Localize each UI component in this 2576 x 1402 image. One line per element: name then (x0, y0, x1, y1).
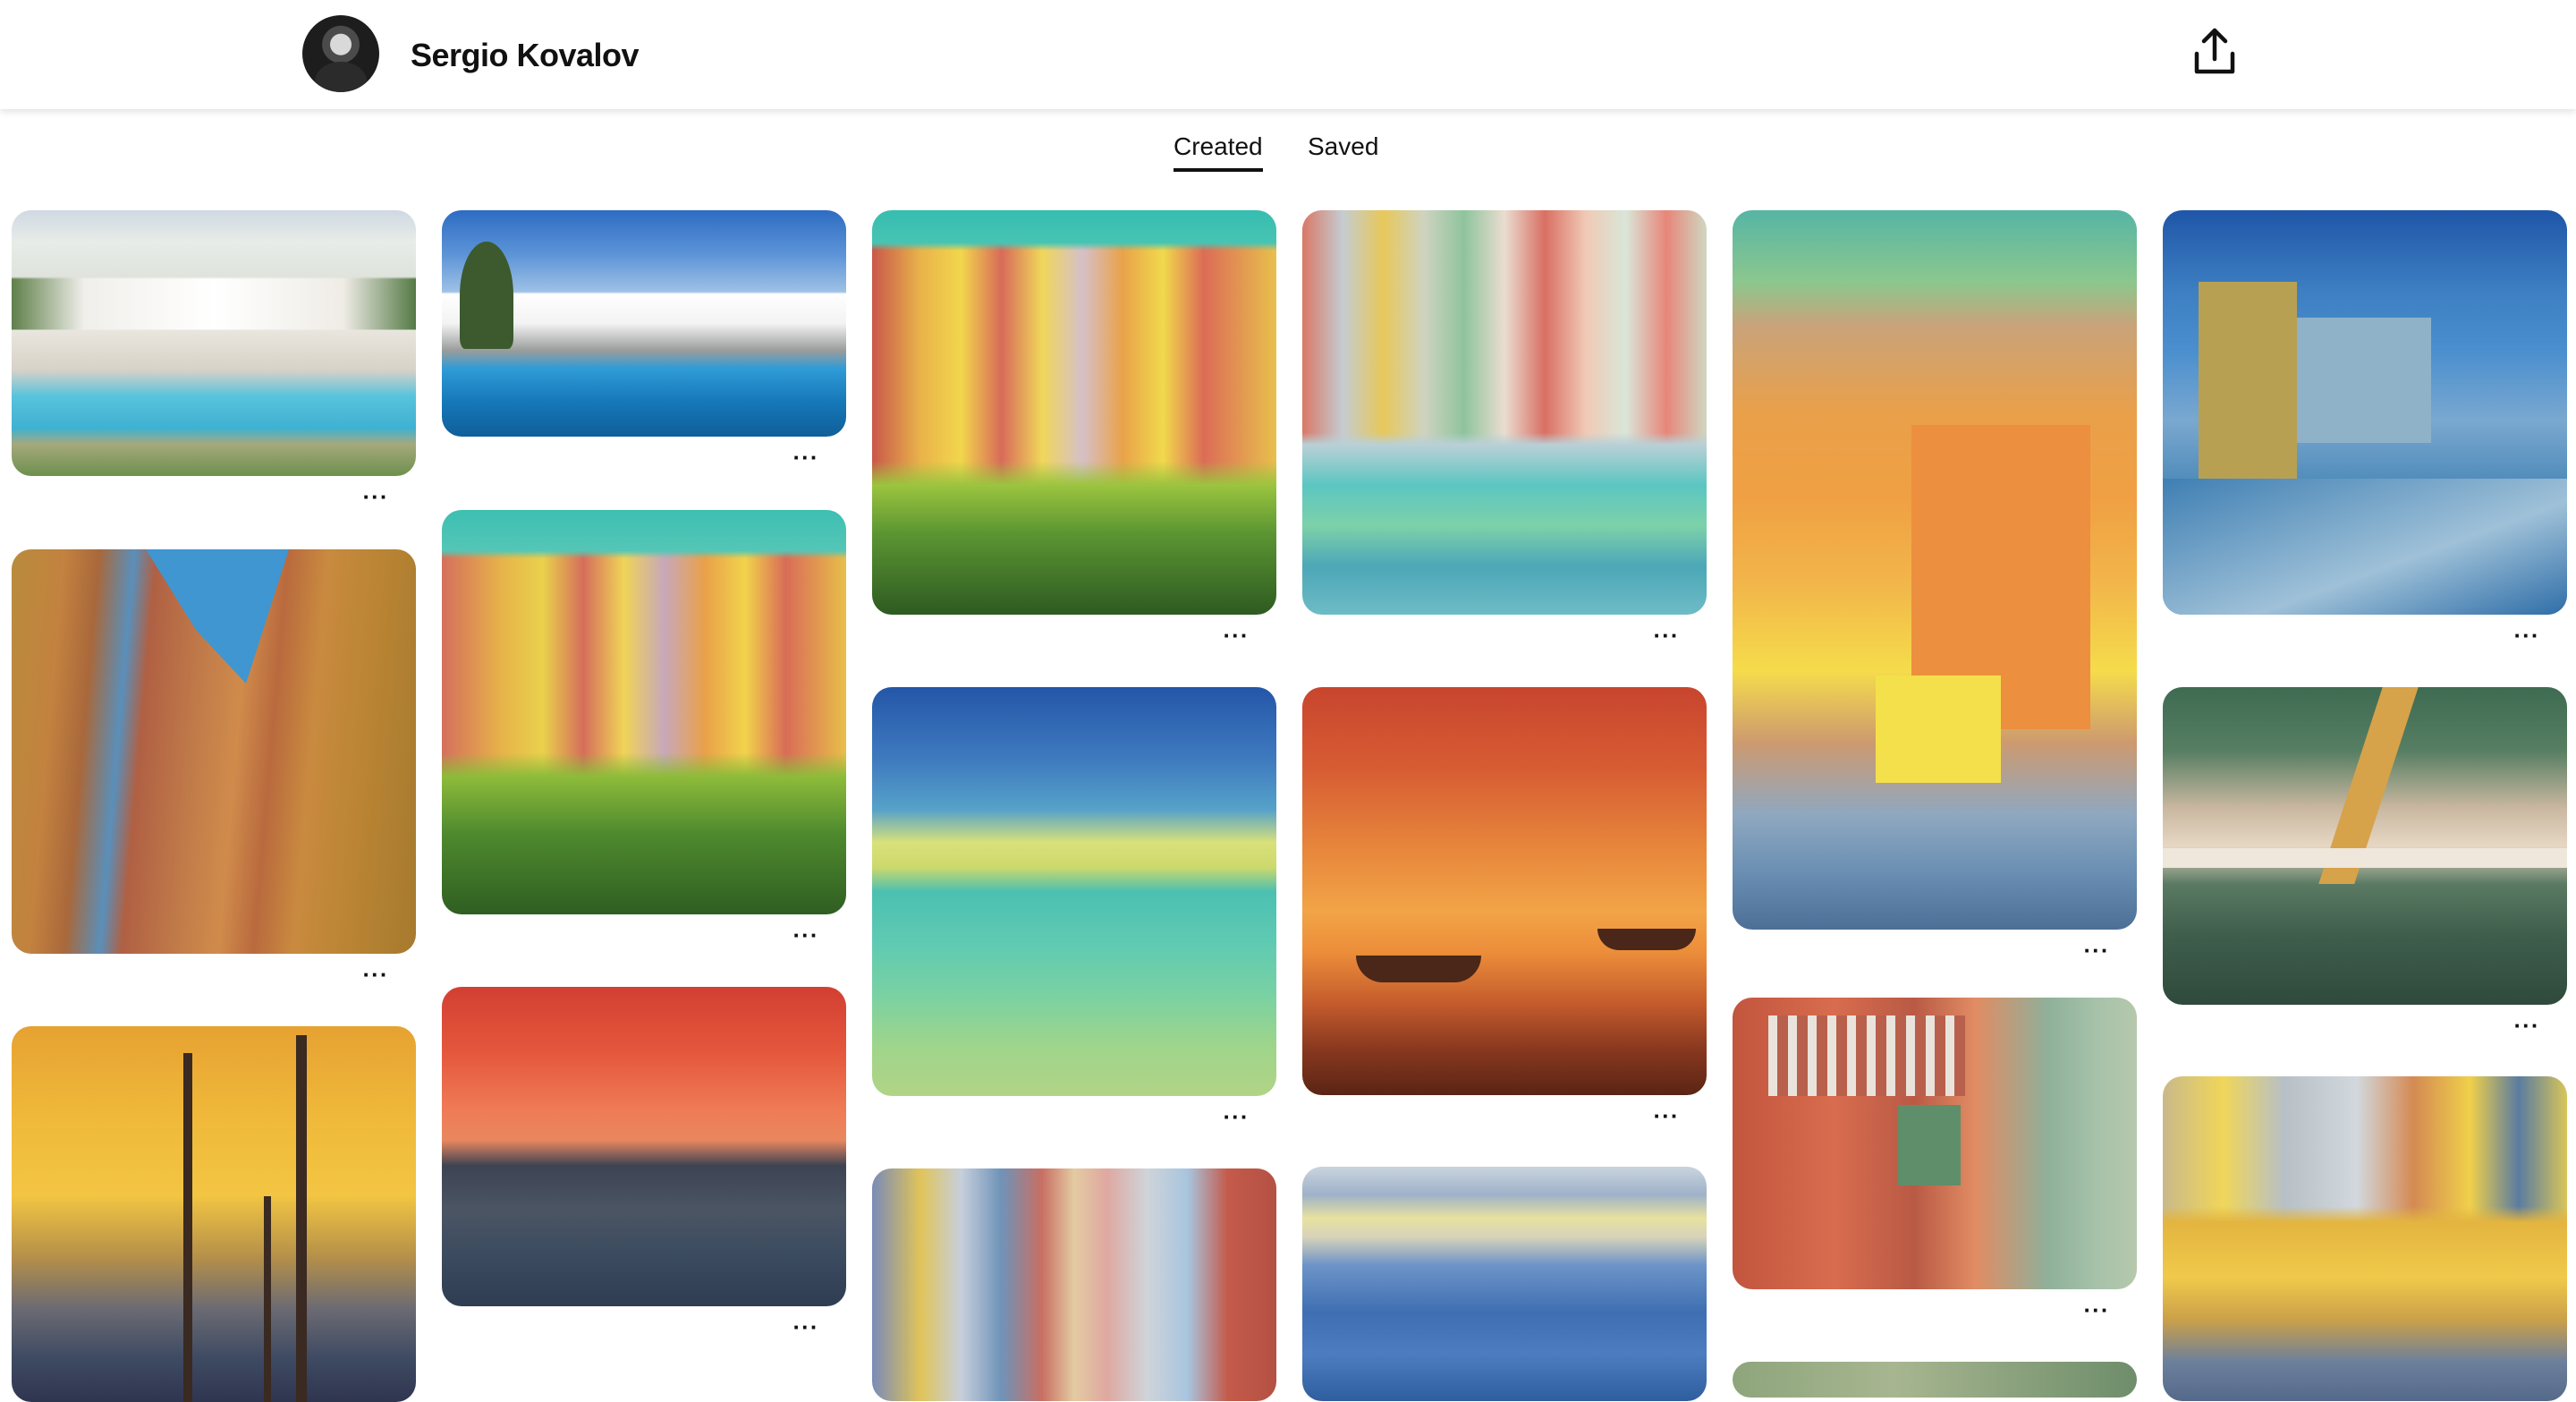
pin-image-detail (264, 1196, 271, 1402)
pin-more-button[interactable]: ··· (784, 1315, 827, 1342)
pin-card[interactable] (12, 1026, 416, 1402)
pin-more-button[interactable]: ··· (1215, 1105, 1258, 1132)
pin-image-detail (146, 549, 289, 684)
share-upload-icon (2194, 28, 2235, 74)
pin-image-detail (2163, 848, 2567, 868)
pin-more-button[interactable]: ··· (1645, 624, 1688, 650)
pin-card[interactable] (1733, 210, 2137, 930)
pin-more-button[interactable]: ··· (354, 963, 397, 990)
pin-card[interactable] (442, 987, 846, 1306)
avatar-silhouette (315, 62, 367, 92)
pin-card[interactable] (12, 210, 416, 476)
tab-created[interactable]: Created (1174, 132, 1263, 172)
pin-card[interactable] (442, 510, 846, 914)
pin-more-button[interactable]: ··· (2075, 1298, 2118, 1325)
pin-image-detail (2297, 318, 2431, 443)
pin-image-detail (2163, 479, 2567, 615)
pin-more-button[interactable]: ··· (1215, 624, 1258, 650)
pin-image-detail (183, 1053, 192, 1402)
pin-image-detail (296, 1035, 307, 1402)
pin-card[interactable] (872, 1168, 1276, 1401)
tab-saved[interactable]: Saved (1308, 132, 1378, 168)
pin-more-button[interactable]: ··· (2505, 624, 2548, 650)
pin-card[interactable] (1302, 1167, 1707, 1401)
pin-image-detail (1356, 956, 1481, 982)
pin-card[interactable] (2163, 210, 2567, 615)
avatar[interactable] (302, 15, 379, 92)
pin-image-detail (1898, 1105, 1961, 1185)
pin-more-button[interactable]: ··· (784, 923, 827, 950)
profile-tabs: Created Saved (0, 109, 2576, 181)
pin-card[interactable] (872, 687, 1276, 1096)
profile-header: Sergio Kovalov (0, 0, 2576, 109)
share-button[interactable] (2191, 25, 2238, 79)
profile-name[interactable]: Sergio Kovalov (411, 37, 640, 74)
pin-card[interactable] (442, 210, 846, 437)
pin-card[interactable] (1733, 998, 2137, 1289)
pin-card[interactable] (1302, 687, 1707, 1095)
pin-image-detail (1768, 1015, 1965, 1096)
pin-more-button[interactable]: ··· (2505, 1014, 2548, 1041)
pin-card[interactable] (12, 549, 416, 954)
pin-more-button[interactable]: ··· (784, 446, 827, 472)
pin-image-detail (2199, 282, 2297, 488)
pin-more-button[interactable]: ··· (2075, 939, 2118, 965)
pin-image-detail (1597, 929, 1696, 950)
pin-image-detail (460, 242, 513, 349)
pin-more-button[interactable]: ··· (1645, 1104, 1688, 1131)
pin-card[interactable] (2163, 687, 2567, 1005)
pin-more-button[interactable]: ··· (354, 485, 397, 512)
pin-card[interactable] (872, 210, 1276, 615)
pin-card[interactable] (2163, 1076, 2567, 1401)
pin-image-detail (1876, 676, 2001, 783)
pin-card[interactable] (1733, 1362, 2137, 1398)
pin-card[interactable] (1302, 210, 1707, 615)
